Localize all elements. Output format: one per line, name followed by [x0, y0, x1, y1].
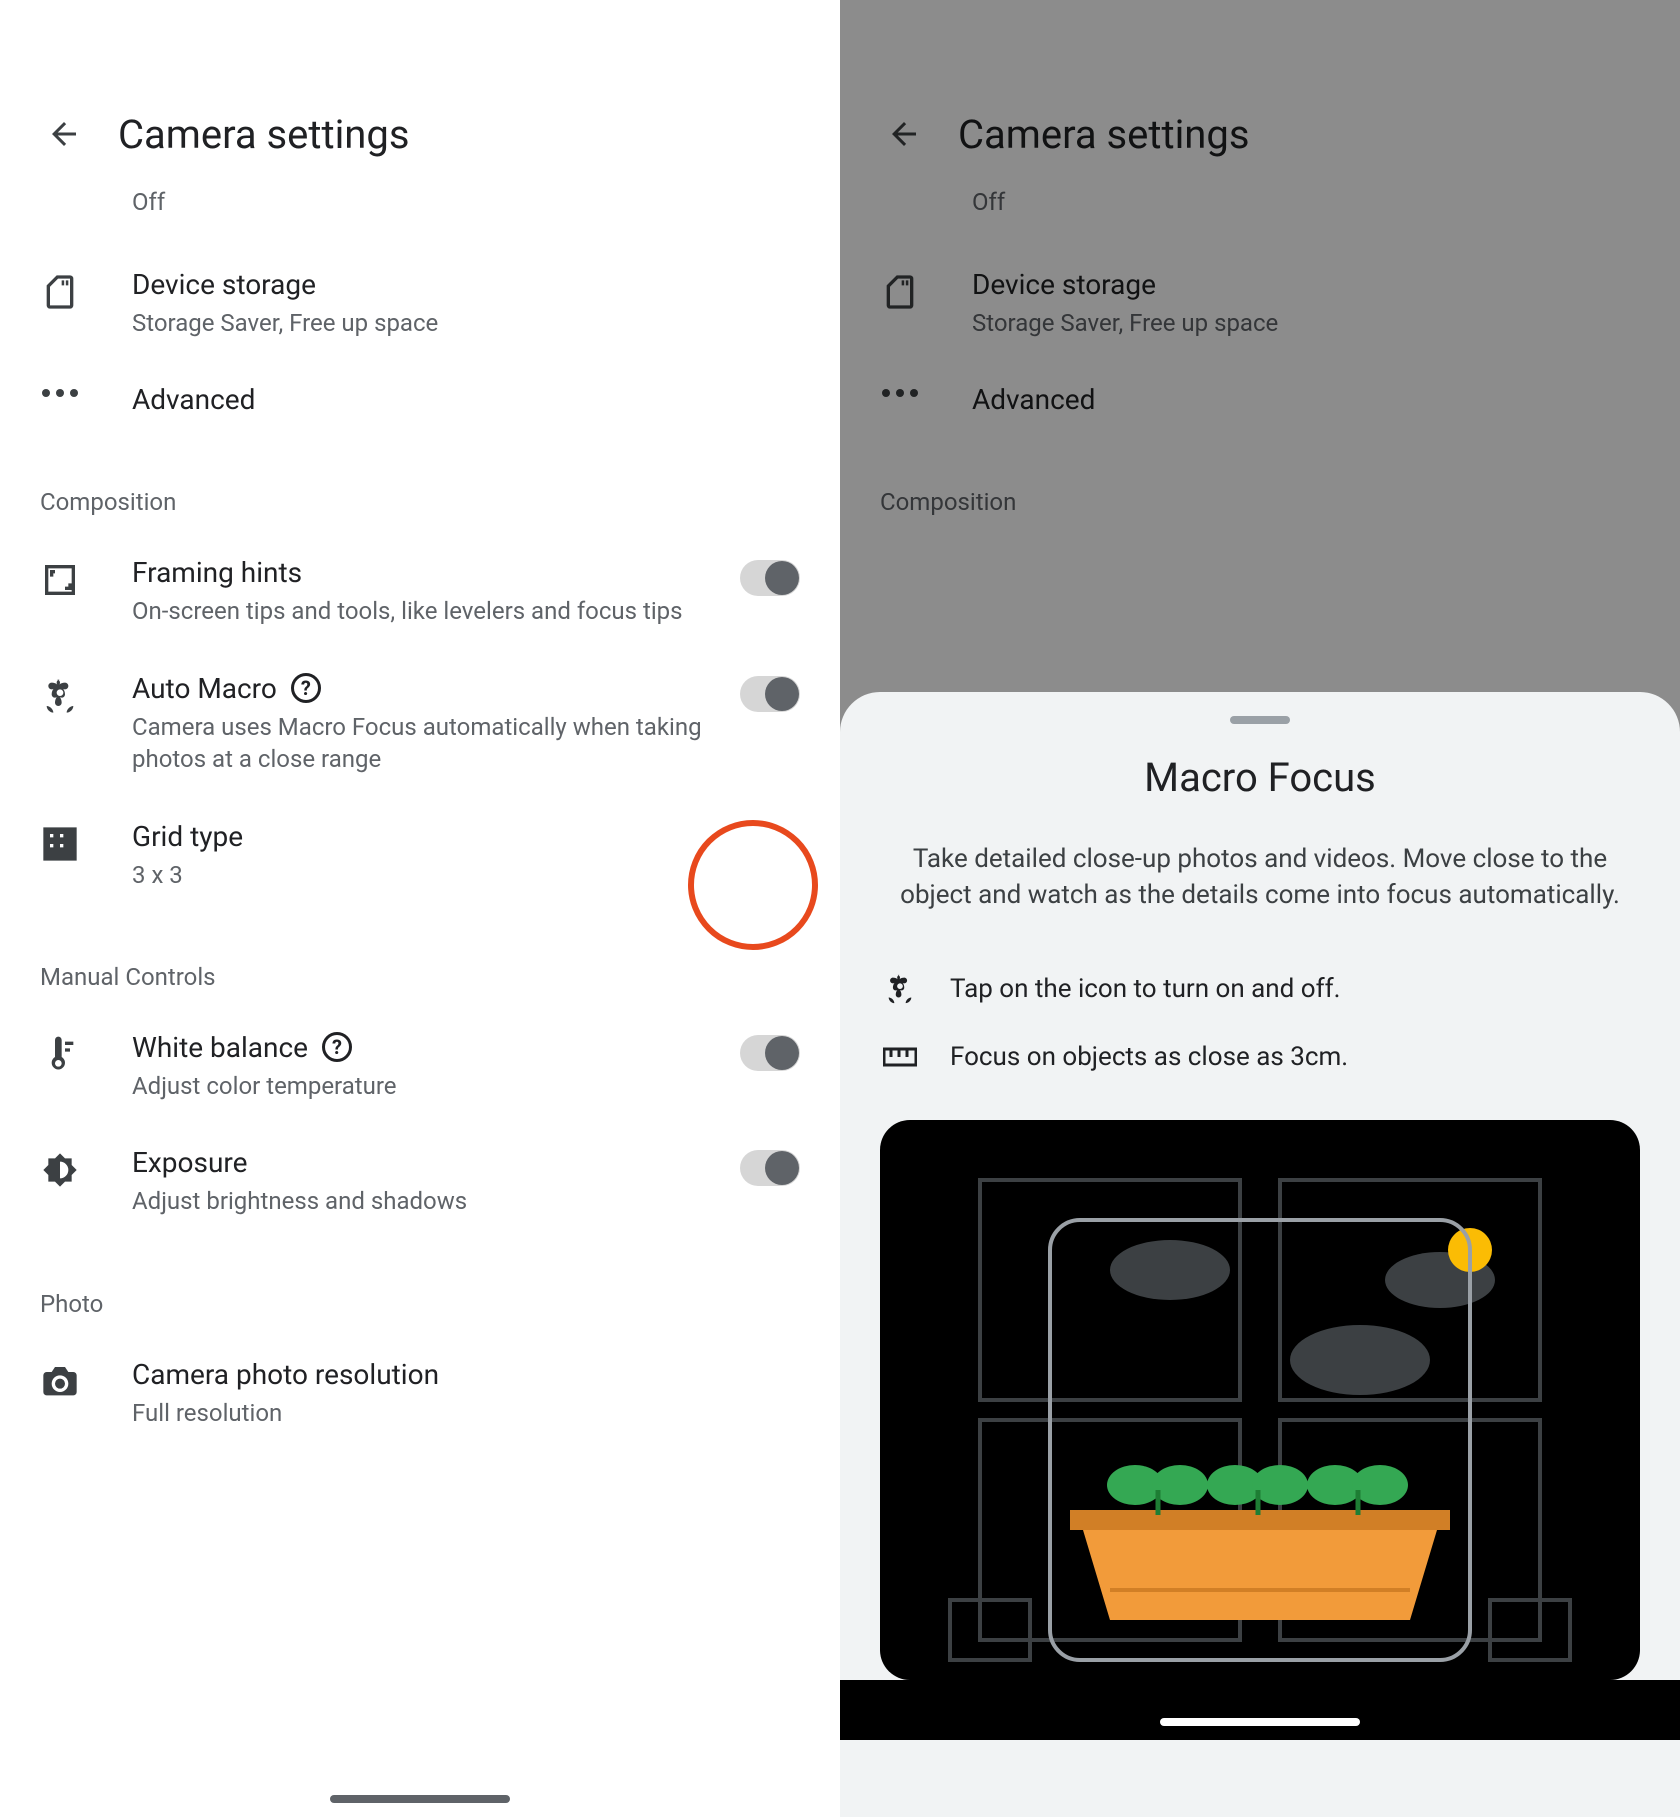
grid-icon: [40, 820, 92, 864]
camera-icon: [40, 1358, 92, 1402]
header: Camera settings: [0, 0, 840, 188]
frame-icon: [40, 556, 92, 600]
ruler-icon: [880, 1045, 920, 1069]
sheet-description: Take detailed close-up photos and videos…: [890, 841, 1630, 914]
sheet-drag-handle[interactable]: [1230, 716, 1290, 724]
sheet-title: Macro Focus: [880, 754, 1640, 801]
row-title: Grid type: [132, 820, 800, 853]
row-title: Advanced: [972, 383, 1640, 416]
row-title: Auto Macro ?: [132, 672, 720, 705]
help-icon[interactable]: ?: [322, 1032, 352, 1062]
row-title: Camera photo resolution: [132, 1358, 800, 1391]
row-grid-type[interactable]: Grid type 3 x 3: [40, 798, 800, 913]
sd-card-icon: [40, 268, 92, 312]
more-icon: [880, 383, 932, 399]
sheet-tip-distance: Focus on objects as close as 3cm.: [880, 1024, 1640, 1090]
nav-bar-pill: [1160, 1718, 1360, 1726]
brightness-icon: [40, 1146, 92, 1190]
row-title: Device storage: [132, 268, 800, 301]
arrow-left-icon: [46, 116, 82, 152]
more-icon: [40, 383, 92, 399]
arrow-left-icon: [886, 116, 922, 152]
flower-icon: [880, 972, 920, 1006]
tip-text: Focus on objects as close as 3cm.: [950, 1042, 1348, 1072]
row-white-balance[interactable]: White balance ? Adjust color temperature: [40, 1009, 800, 1124]
row-advanced: Advanced: [880, 361, 1640, 438]
settings-list: Off Device storage Storage Saver, Free u…: [0, 188, 840, 1451]
row-device-storage[interactable]: Device storage Storage Saver, Free up sp…: [40, 246, 800, 361]
macro-illustration: [880, 1120, 1640, 1680]
row-sub: Full resolution: [132, 1397, 800, 1429]
section-composition: Composition: [880, 438, 1640, 534]
row-sub: 3 x 3: [132, 859, 800, 891]
row-title: Exposure: [132, 1146, 720, 1179]
row-sub: Storage Saver, Free up space: [132, 307, 800, 339]
thermometer-icon: [40, 1031, 92, 1075]
right-pane: Camera settings Off Device storage Stora…: [840, 0, 1680, 1817]
section-manual: Manual Controls: [40, 913, 800, 1009]
tip-text: Tap on the icon to turn on and off.: [950, 974, 1341, 1004]
row-device-storage: Device storage Storage Saver, Free up sp…: [880, 246, 1640, 361]
sd-card-icon: [880, 268, 932, 312]
flower-icon: [40, 672, 92, 716]
row-title: White balance ?: [132, 1031, 720, 1064]
auto-macro-toggle[interactable]: [740, 676, 800, 712]
section-photo: Photo: [40, 1240, 800, 1336]
white-balance-toggle[interactable]: [740, 1035, 800, 1071]
row-sub: Camera uses Macro Focus automatically wh…: [132, 711, 720, 776]
row-auto-macro[interactable]: Auto Macro ? Camera uses Macro Focus aut…: [40, 650, 800, 798]
row-photo-resolution[interactable]: Camera photo resolution Full resolution: [40, 1336, 800, 1451]
back-button[interactable]: [880, 110, 928, 158]
page-title: Camera settings: [118, 111, 409, 158]
row-sub: Adjust color temperature: [132, 1070, 720, 1102]
settings-list-dimmed: Off Device storage Storage Saver, Free u…: [840, 188, 1680, 534]
back-button[interactable]: [40, 110, 88, 158]
row-title: Advanced: [132, 383, 800, 416]
row-advanced[interactable]: Advanced: [40, 361, 800, 438]
wb-label: White balance: [132, 1031, 308, 1064]
section-composition: Composition: [40, 438, 800, 534]
row-title: Framing hints: [132, 556, 720, 589]
left-pane: Camera settings Off Device storage Stora…: [0, 0, 840, 1817]
off-label: Off: [40, 188, 800, 216]
row-exposure[interactable]: Exposure Adjust brightness and shadows: [40, 1124, 800, 1239]
header: Camera settings: [840, 0, 1680, 188]
row-title: Device storage: [972, 268, 1640, 301]
exposure-toggle[interactable]: [740, 1150, 800, 1186]
row-sub: On-screen tips and tools, like levelers …: [132, 595, 720, 627]
page-title: Camera settings: [958, 111, 1249, 158]
auto-macro-label: Auto Macro: [132, 672, 277, 705]
sheet-tip-toggle: Tap on the icon to turn on and off.: [880, 954, 1640, 1024]
framing-hints-toggle[interactable]: [740, 560, 800, 596]
row-sub: Storage Saver, Free up space: [972, 307, 1640, 339]
row-sub: Adjust brightness and shadows: [132, 1185, 720, 1217]
nav-bar: [840, 1680, 1680, 1740]
nav-bar-pill: [330, 1795, 510, 1803]
help-icon[interactable]: ?: [291, 673, 321, 703]
off-label: Off: [880, 188, 1640, 216]
macro-focus-sheet: Macro Focus Take detailed close-up photo…: [840, 692, 1680, 1817]
row-framing-hints[interactable]: Framing hints On-screen tips and tools, …: [40, 534, 800, 649]
